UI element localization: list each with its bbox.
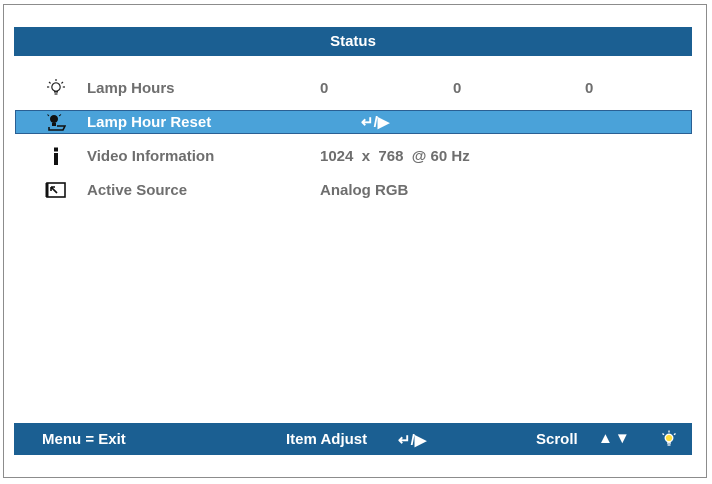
row-label: Lamp Hours <box>87 79 175 97</box>
item-adjust-hint: Item Adjust <box>286 431 368 448</box>
scroll-hint: Scroll <box>536 431 578 448</box>
menu-exit-hint: Menu = Exit <box>42 431 126 448</box>
reset-adjust-glyph[interactable]: ↵/▶ <box>361 113 389 131</box>
video-info-value: 1024 x 768 @ 60 Hz <box>320 147 470 165</box>
lamp-hours-value-3: 0 <box>585 79 594 97</box>
info-icon <box>45 145 67 167</box>
adjust-glyph-icon: ↵/▶ <box>398 432 427 449</box>
page-title: Status <box>330 33 376 50</box>
row-label: Active Source <box>87 181 188 199</box>
lamp-icon <box>659 429 679 449</box>
lamp-reset-icon <box>45 111 67 133</box>
lamp-hours-icon <box>45 77 67 99</box>
active-source-value: Analog RGB <box>320 181 409 199</box>
menu-row-video-information[interactable]: Video Information 1024 x 768 @ 60 Hz <box>15 144 692 168</box>
source-icon <box>45 179 67 201</box>
title-bar: Status <box>14 27 692 56</box>
menu-row-lamp-hour-reset[interactable]: Lamp Hour Reset ↵/▶ <box>15 110 692 134</box>
row-label: Lamp Hour Reset <box>87 113 212 131</box>
lamp-hours-value-1: 0 <box>320 79 329 97</box>
scroll-arrows-icon: ▲▼ <box>598 430 632 447</box>
lamp-hours-value-2: 0 <box>453 79 462 97</box>
menu-row-active-source[interactable]: Active Source Analog RGB <box>15 178 692 202</box>
footer-bar: Menu = Exit Item Adjust ↵/▶ Scroll ▲▼ <box>14 423 692 455</box>
menu-row-lamp-hours[interactable]: Lamp Hours 0 0 0 <box>15 76 692 100</box>
row-label: Video Information <box>87 147 215 165</box>
